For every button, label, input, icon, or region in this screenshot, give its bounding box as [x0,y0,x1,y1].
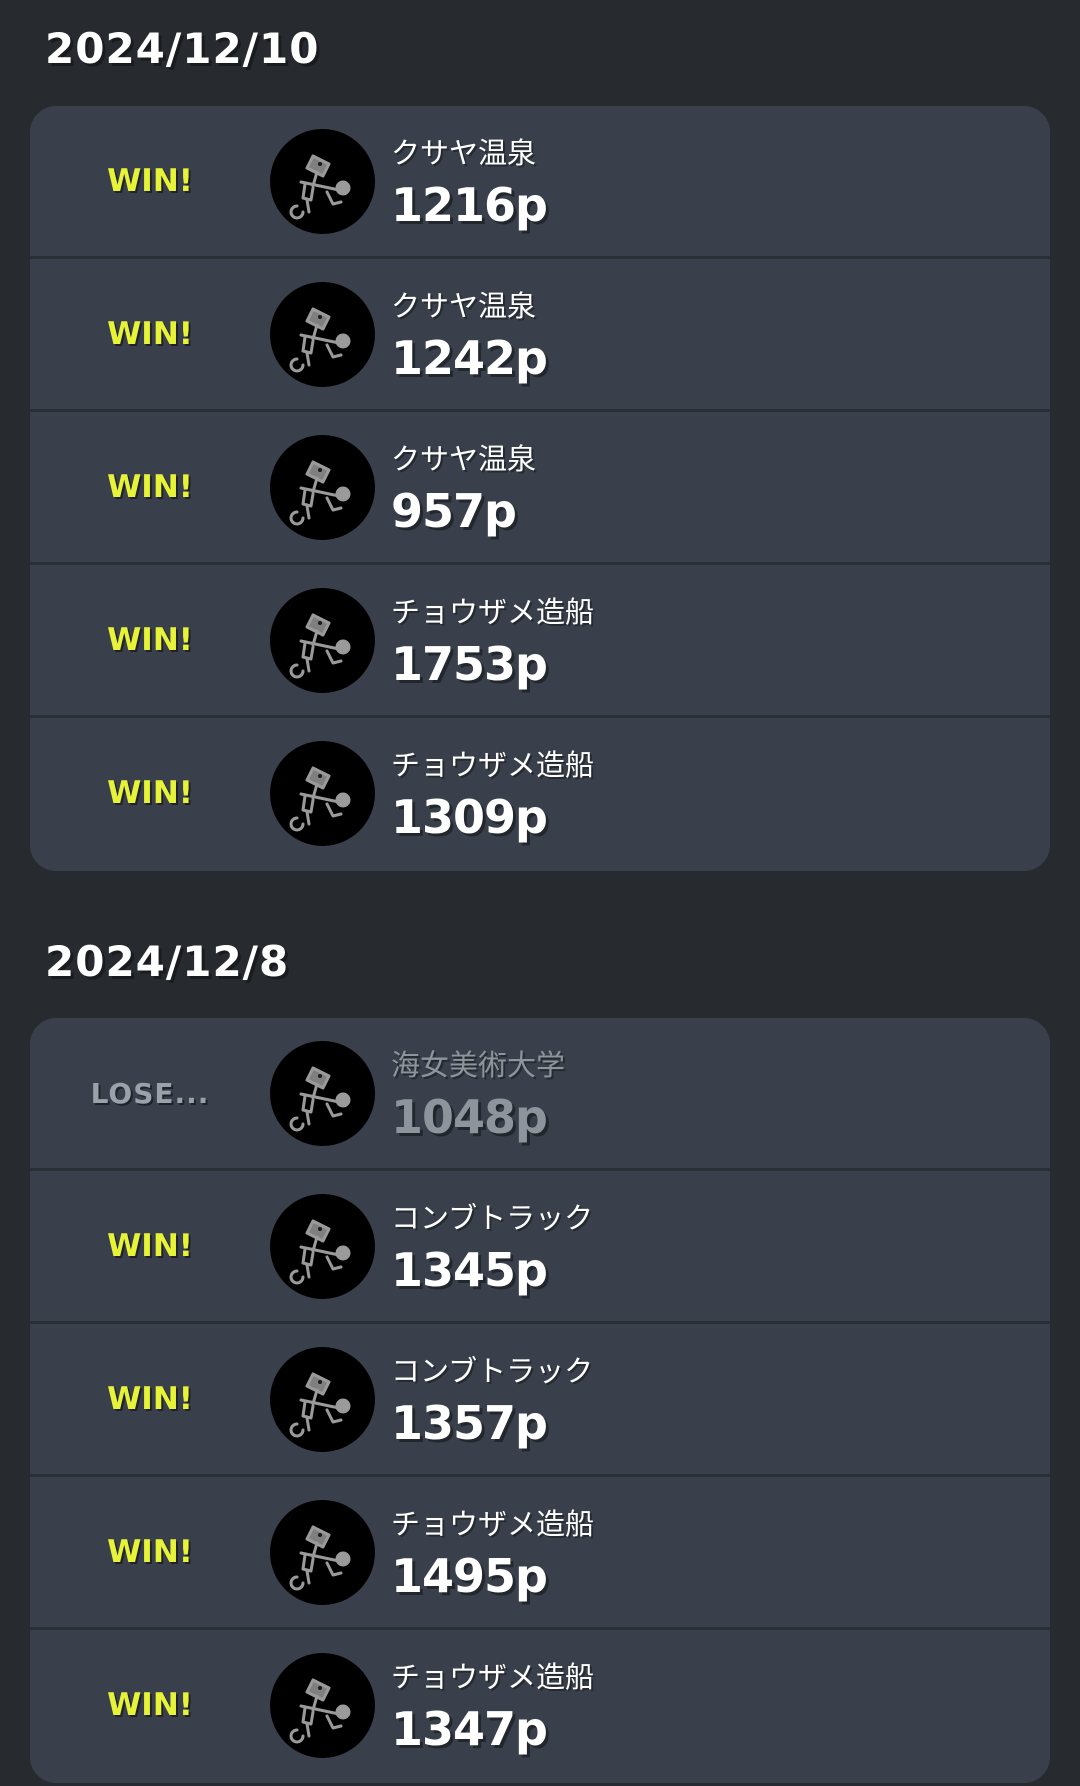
result-label: WIN! [107,775,193,811]
result-label: WIN! [107,163,193,199]
battle-row[interactable]: WIN! チョウザメ造船 1309p [30,718,1050,871]
points-value: 1242p [391,331,548,385]
airbrush-weapon-icon [270,1653,375,1758]
battle-row[interactable]: WIN! コンブトラック 1357p [30,1324,1050,1477]
points-value: 1345p [391,1243,548,1297]
stage-name: コンブトラック [391,1354,594,1388]
points-value: 1357p [391,1396,548,1450]
stage-name: コンブトラック [391,1201,594,1235]
airbrush-weapon-icon [270,1041,375,1146]
airbrush-weapon-icon [270,129,375,234]
stage-name: チョウザメ造船 [391,748,595,782]
date-heading: 2024/12/8 [45,937,290,986]
result-label: WIN! [107,1687,193,1723]
result-label: WIN! [107,1381,193,1417]
points-value: 1495p [391,1549,548,1603]
airbrush-weapon-icon [270,1194,375,1299]
stage-name: クサヤ温泉 [391,136,537,170]
battle-group-card: LOSE... 海女美術大学 1048p WIN! コンブトラック 1345p … [30,1018,1050,1783]
battle-row[interactable]: WIN! クサヤ温泉 957p [30,412,1050,565]
stage-name: チョウザメ造船 [391,595,595,629]
airbrush-weapon-icon [270,1347,375,1452]
points-value: 1309p [391,790,548,844]
points-value: 1347p [391,1702,548,1756]
battle-history-page: 2024/12/10 WIN! クサヤ温泉 1216p WIN! クサヤ温泉 1… [0,0,1080,1786]
stage-name: チョウザメ造船 [391,1660,595,1694]
stage-name: クサヤ温泉 [391,442,537,476]
battle-row[interactable]: WIN! チョウザメ造船 1753p [30,565,1050,718]
date-heading: 2024/12/10 [45,24,320,73]
result-label: WIN! [107,316,193,352]
stage-name: 海女美術大学 [391,1048,566,1082]
battle-row[interactable]: WIN! コンブトラック 1345p [30,1171,1050,1324]
airbrush-weapon-icon [270,741,375,846]
result-label: LOSE... [90,1076,210,1110]
battle-row[interactable]: LOSE... 海女美術大学 1048p [30,1018,1050,1171]
result-label: WIN! [107,1534,193,1570]
battle-row[interactable]: WIN! クサヤ温泉 1242p [30,259,1050,412]
airbrush-weapon-icon [270,1500,375,1605]
battle-row[interactable]: WIN! クサヤ温泉 1216p [30,106,1050,259]
stage-name: チョウザメ造船 [391,1507,595,1541]
battle-row[interactable]: WIN! チョウザメ造船 1495p [30,1477,1050,1630]
airbrush-weapon-icon [270,282,375,387]
result-label: WIN! [107,622,193,658]
airbrush-weapon-icon [270,588,375,693]
airbrush-weapon-icon [270,435,375,540]
battle-row[interactable]: WIN! チョウザメ造船 1347p [30,1630,1050,1783]
points-value: 1216p [391,178,548,232]
battle-group-card: WIN! クサヤ温泉 1216p WIN! クサヤ温泉 1242p WIN! ク… [30,106,1050,871]
points-value: 957p [391,484,517,538]
stage-name: クサヤ温泉 [391,289,537,323]
result-label: WIN! [107,469,193,505]
points-value: 1753p [391,637,548,691]
result-label: WIN! [107,1228,193,1264]
points-value: 1048p [391,1090,548,1144]
